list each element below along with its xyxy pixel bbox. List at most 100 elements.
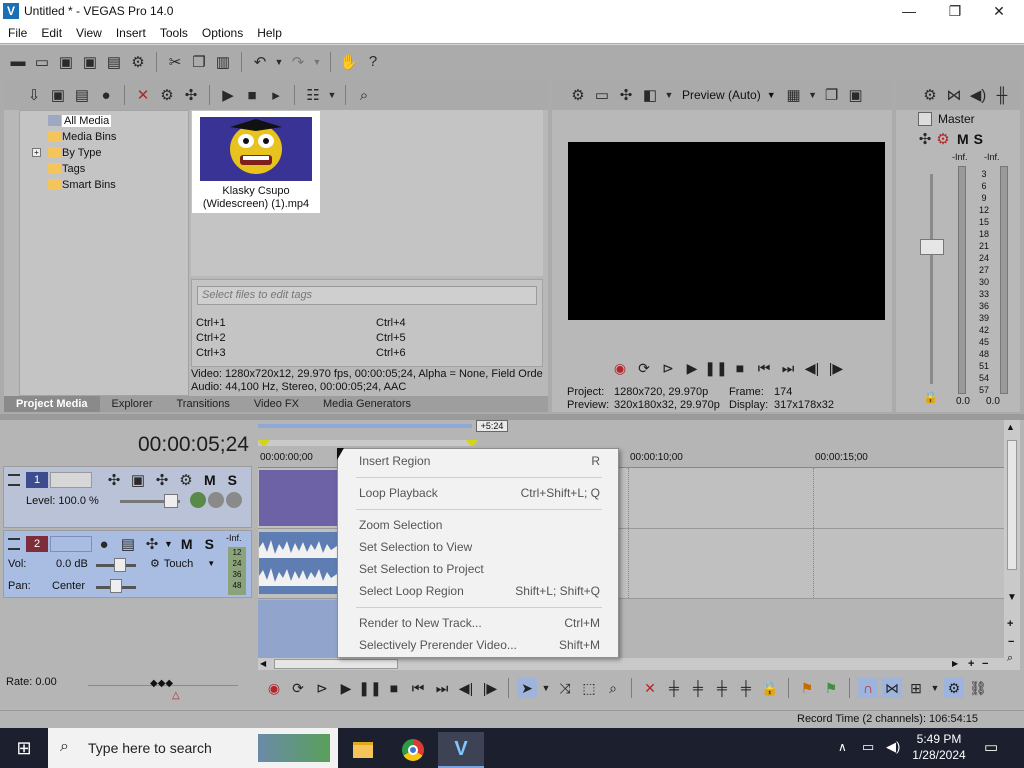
- loop-icon[interactable]: ⟳: [634, 358, 654, 378]
- zoom-tool-icon[interactable]: ⌕: [603, 678, 623, 698]
- redo-dropdown-icon[interactable]: ▼: [312, 52, 322, 72]
- ripple-edit-icon[interactable]: ⊞: [906, 678, 926, 698]
- windows-start-icon[interactable]: ⊞: [1, 730, 47, 766]
- media-file-item[interactable]: Klasky Csupo (Widescreen) (1).mp4: [192, 111, 320, 213]
- go-to-start-icon[interactable]: ⏮: [754, 358, 774, 378]
- menu-edit[interactable]: Edit: [34, 24, 69, 43]
- vegas-taskbar-icon[interactable]: V: [438, 732, 484, 768]
- zoom-in-horizontal-icon[interactable]: +: [968, 658, 974, 670]
- menu-item-set-selection-to-project[interactable]: Set Selection to Project: [338, 558, 618, 580]
- properties-icon[interactable]: ⚙: [128, 52, 148, 72]
- save-icon[interactable]: ▣: [56, 52, 76, 72]
- copy-snapshot-icon[interactable]: ❐: [822, 85, 842, 105]
- master-fader-handle[interactable]: [920, 239, 944, 255]
- enable-snapping-icon[interactable]: ✋: [339, 52, 359, 72]
- mixer-settings-icon[interactable]: ╫: [992, 85, 1012, 105]
- edit-tool-dropdown-icon[interactable]: ▼: [541, 678, 551, 698]
- trim-icon[interactable]: ╪: [664, 678, 684, 698]
- make-compositing-child-icon[interactable]: [208, 492, 224, 508]
- overlays-dropdown-icon[interactable]: ▼: [808, 85, 818, 105]
- arm-record-icon[interactable]: ●: [94, 534, 114, 554]
- zoom-in-vertical-icon[interactable]: +: [1007, 618, 1013, 630]
- menu-view[interactable]: View: [69, 24, 109, 43]
- automation-mode-dropdown[interactable]: ⚙ Touch ▼: [150, 557, 215, 571]
- solo-audio-button[interactable]: S: [205, 536, 214, 552]
- stop-icon[interactable]: ■: [730, 358, 750, 378]
- tree-item-media-bins[interactable]: Media Bins: [20, 129, 188, 145]
- search-media-icon[interactable]: ⌕: [354, 85, 374, 105]
- bypass-motion-blur-icon[interactable]: [190, 492, 206, 508]
- selection-tool-icon[interactable]: ⬚: [579, 678, 599, 698]
- tree-item-by-type[interactable]: + By Type: [20, 145, 188, 161]
- solo-video-button[interactable]: S: [228, 472, 237, 488]
- menu-options[interactable]: Options: [195, 24, 250, 43]
- level-slider-handle[interactable]: [164, 494, 178, 508]
- ignore-grouping-icon[interactable]: ⛓: [968, 678, 988, 698]
- master-fx-icon[interactable]: [918, 112, 932, 126]
- track-fx-icon[interactable]: ▣: [128, 470, 148, 490]
- menu-item-select-loop-region[interactable]: Select Loop Region Shift+L; Shift+Q: [338, 580, 618, 602]
- track-fx-icon[interactable]: ✣: [142, 534, 162, 554]
- views-icon[interactable]: ☷: [303, 85, 323, 105]
- lock-icon[interactable]: 🔒: [760, 678, 780, 698]
- tag-shortcut-4[interactable]: Ctrl+4: [376, 317, 406, 329]
- audio-track-name[interactable]: [50, 536, 92, 552]
- video-fx-icon[interactable]: ✣: [616, 85, 636, 105]
- track-motion-icon[interactable]: ✣: [104, 470, 124, 490]
- record-icon[interactable]: ◉: [264, 678, 284, 698]
- envelope-tool-icon[interactable]: ⤨: [555, 678, 575, 698]
- rate-slider-handle[interactable]: ◆◆◆: [150, 678, 173, 689]
- expand-icon[interactable]: +: [32, 148, 41, 157]
- notifications-icon[interactable]: ▭: [984, 738, 998, 756]
- menu-item-zoom-selection[interactable]: Zoom Selection: [338, 514, 618, 536]
- tree-item-all-media[interactable]: All Media: [20, 113, 188, 129]
- scroll-thumb[interactable]: [1007, 440, 1017, 570]
- collapse-track-icon[interactable]: [8, 538, 20, 550]
- pan-slider-handle[interactable]: [110, 579, 122, 593]
- scroll-down-icon[interactable]: ▼: [1007, 592, 1017, 603]
- scroll-left-icon[interactable]: ◀: [260, 659, 266, 668]
- external-monitor-icon[interactable]: ▭: [592, 85, 612, 105]
- record-icon[interactable]: ◉: [610, 358, 630, 378]
- web-icon[interactable]: ●: [96, 85, 116, 105]
- normal-edit-tool-icon[interactable]: ➤: [517, 678, 537, 698]
- taskbar-search-box[interactable]: ⌕ Type here to search: [48, 728, 338, 768]
- master-properties-icon[interactable]: ⚙: [920, 85, 940, 105]
- menu-item-render-to-new-track[interactable]: Render to New Track... Ctrl+M: [338, 612, 618, 634]
- auto-preview-icon[interactable]: ▸: [266, 85, 286, 105]
- lock-envelopes-icon[interactable]: ⚙: [944, 678, 964, 698]
- play-icon[interactable]: ▶: [682, 358, 702, 378]
- vol-slider-handle[interactable]: [114, 558, 126, 572]
- file-explorer-icon[interactable]: [340, 732, 386, 768]
- menu-item-selectively-prerender-video[interactable]: Selectively Prerender Video... Shift+M: [338, 634, 618, 656]
- menu-file[interactable]: File: [1, 24, 34, 43]
- import-media-icon[interactable]: ⇩: [24, 85, 44, 105]
- video-event[interactable]: [259, 470, 337, 526]
- remove-icon[interactable]: ✕: [133, 85, 153, 105]
- previous-frame-icon[interactable]: ◀|: [802, 358, 822, 378]
- insert-region-icon[interactable]: ⚑: [821, 678, 841, 698]
- media-fx-icon[interactable]: ✣: [181, 85, 201, 105]
- video-track-name[interactable]: [50, 472, 92, 488]
- tag-input[interactable]: Select files to edit tags: [197, 286, 537, 305]
- play-from-start-icon[interactable]: ⊳: [312, 678, 332, 698]
- snapping-icon[interactable]: ∩: [858, 678, 878, 698]
- preview-properties-icon[interactable]: ⚙: [568, 85, 588, 105]
- save-as-icon[interactable]: ▣: [80, 52, 100, 72]
- trim-end-icon[interactable]: ╪: [712, 678, 732, 698]
- zoom-out-horizontal-icon[interactable]: −: [982, 658, 988, 670]
- preview-quality-dropdown[interactable]: Preview (Auto) ▼: [682, 88, 776, 102]
- whats-this-help-icon[interactable]: ?: [363, 52, 383, 72]
- pause-icon[interactable]: ❚❚: [358, 678, 381, 698]
- volume-icon[interactable]: ◀): [886, 739, 900, 755]
- downmix-icon[interactable]: ⋈: [944, 85, 964, 105]
- network-icon[interactable]: ▭: [862, 739, 874, 755]
- delete-icon[interactable]: ✕: [640, 678, 660, 698]
- next-frame-icon[interactable]: |▶: [480, 678, 500, 698]
- go-to-end-icon[interactable]: ⏭: [432, 678, 452, 698]
- split-icon[interactable]: ╪: [736, 678, 756, 698]
- auto-crossfade-icon[interactable]: ⋈: [882, 678, 902, 698]
- audio-track-header[interactable]: 2 ● ▤ ✣ ▼ M S Vol: 0.0 dB ⚙ Touch ▼ Pan:…: [3, 530, 252, 598]
- media-properties-icon[interactable]: ⚙: [157, 85, 177, 105]
- zoom-tool-icon[interactable]: ⌕: [1007, 652, 1013, 665]
